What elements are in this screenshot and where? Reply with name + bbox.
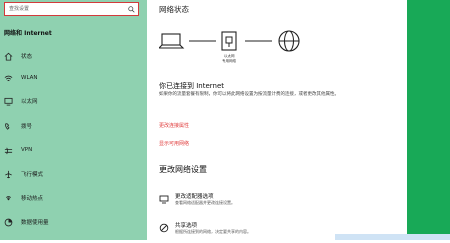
- sidebar-item-vpn[interactable]: VPN: [0, 143, 147, 157]
- search-icon[interactable]: [128, 6, 135, 13]
- sidebar-item-label: 移动热点: [21, 196, 44, 202]
- data-usage-icon: [4, 218, 13, 226]
- share-icon: [159, 223, 169, 233]
- sidebar-item-label: 数据使用量: [21, 220, 49, 226]
- diagram-label-network: 专用网络: [222, 59, 236, 63]
- hotspot-icon: [5, 195, 12, 200]
- background-panel: [407, 0, 450, 240]
- sidebar-item-status[interactable]: 状态: [0, 49, 147, 63]
- option-title: 共享选项: [175, 223, 198, 229]
- wifi-icon: [4, 75, 13, 81]
- sidebar-item-data-usage[interactable]: 数据使用量: [0, 215, 147, 229]
- connection-status-heading: 你已连接到 Internet: [159, 82, 225, 90]
- option-description: 查看网络适配器并更改连接设置。: [175, 200, 235, 205]
- sidebar-item-hotspot[interactable]: 移动热点: [0, 191, 147, 205]
- ethernet-icon: [4, 97, 13, 106]
- sidebar-item-wlan[interactable]: WLAN: [0, 71, 147, 85]
- home-icon: [4, 52, 13, 61]
- change-adapter-options[interactable]: 更改适配器选项 查看网络适配器并更改连接设置。: [159, 192, 389, 214]
- dialup-icon: [5, 122, 10, 130]
- main-content: 网络状态 以太网 专用网络 你已连接到 Internet 如果你的流量套餐有限制…: [147, 0, 407, 240]
- adapter-icon: [159, 195, 169, 204]
- sidebar-item-label: VPN: [21, 147, 33, 153]
- sidebar-item-ethernet[interactable]: 以太网: [0, 94, 147, 108]
- sidebar-home[interactable]: 网络和 Internet: [4, 27, 52, 37]
- page-title: 网络状态: [159, 5, 189, 14]
- option-description: 根据所连接到的网络，决定要共享的内容。: [175, 229, 251, 234]
- show-available-networks-link[interactable]: 显示可用网络: [159, 140, 189, 147]
- sidebar-item-dialup[interactable]: 拨号: [0, 119, 147, 133]
- sidebar-item-airplane[interactable]: 飞行模式: [0, 167, 147, 181]
- sidebar-item-label: 飞行模式: [21, 172, 44, 178]
- globe-icon: [278, 30, 300, 52]
- background-strip: [335, 234, 450, 240]
- change-connection-properties-link[interactable]: 更改连接属性: [159, 122, 189, 129]
- search-input[interactable]: 查找设置: [9, 5, 29, 13]
- ethernet-port-icon: [221, 31, 237, 51]
- vpn-icon: [4, 147, 13, 154]
- sidebar: 查找设置 网络和 Internet 状态 WLAN 以太网 拨号 VPN 飞行模…: [0, 0, 147, 240]
- sidebar-item-label: 状态: [21, 54, 33, 60]
- connection-status-description: 如果你的流量套餐有限制，你可以将此网络设置为按流量计费的连接，或者更改其他属性。: [159, 92, 339, 97]
- option-title: 更改适配器选项: [175, 194, 214, 200]
- sidebar-home-label: 网络和 Internet: [4, 29, 52, 37]
- sidebar-item-label: 拨号: [21, 124, 33, 130]
- airplane-icon: [5, 170, 12, 178]
- search-box[interactable]: 查找设置: [4, 2, 139, 16]
- sidebar-item-label: 以太网: [21, 99, 38, 105]
- section-heading: 更改网络设置: [159, 165, 207, 174]
- sidebar-item-label: WLAN: [21, 75, 38, 81]
- computer-icon: [159, 33, 185, 49]
